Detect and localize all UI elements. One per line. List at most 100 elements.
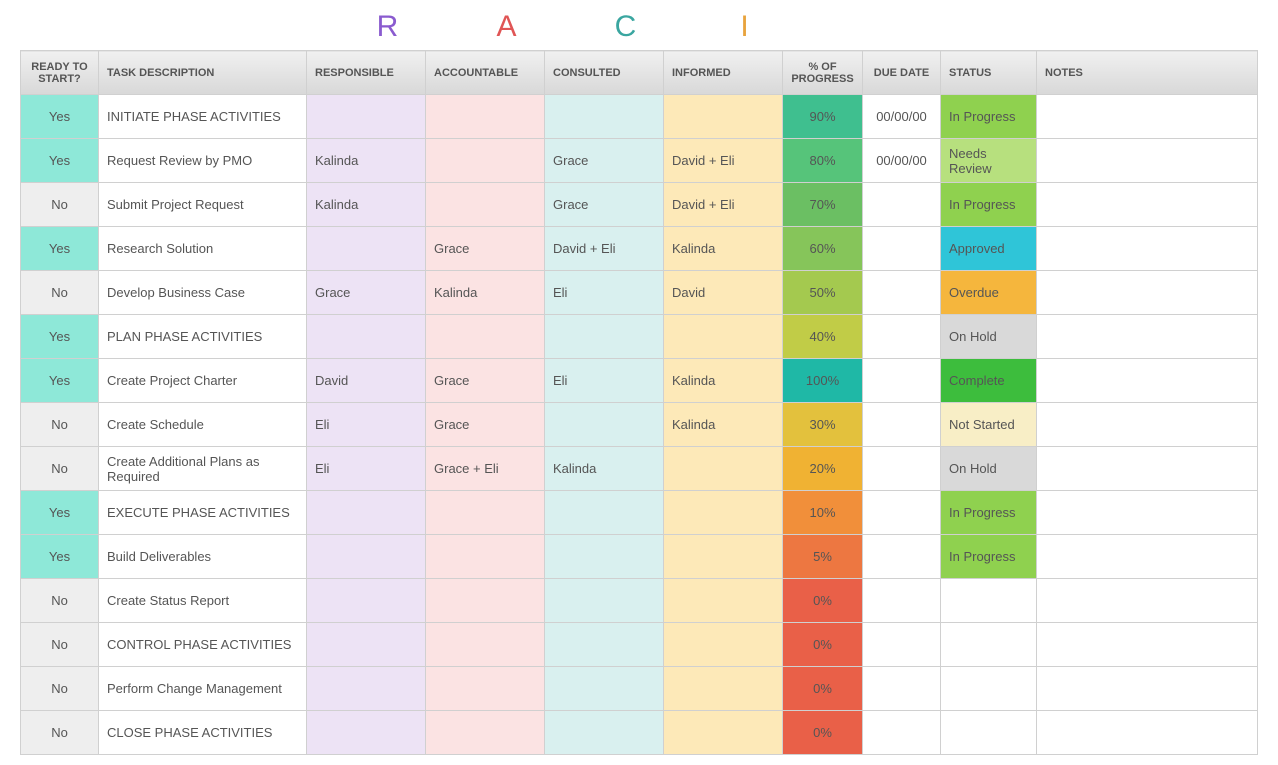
progress-cell[interactable]: 0% bbox=[783, 623, 863, 667]
responsible-cell[interactable] bbox=[307, 95, 426, 139]
progress-cell[interactable]: 30% bbox=[783, 403, 863, 447]
task-cell[interactable]: Create Additional Plans as Required bbox=[99, 447, 307, 491]
responsible-cell[interactable] bbox=[307, 623, 426, 667]
accountable-cell[interactable] bbox=[426, 667, 545, 711]
accountable-cell[interactable]: Grace bbox=[426, 403, 545, 447]
due-cell[interactable] bbox=[863, 667, 941, 711]
consulted-cell[interactable] bbox=[545, 403, 664, 447]
task-cell[interactable]: Submit Project Request bbox=[99, 183, 307, 227]
ready-cell[interactable]: Yes bbox=[21, 535, 99, 579]
status-cell[interactable] bbox=[941, 579, 1037, 623]
responsible-cell[interactable]: Eli bbox=[307, 447, 426, 491]
ready-cell[interactable]: Yes bbox=[21, 491, 99, 535]
ready-cell[interactable]: Yes bbox=[21, 359, 99, 403]
notes-cell[interactable] bbox=[1037, 535, 1258, 579]
task-cell[interactable]: Request Review by PMO bbox=[99, 139, 307, 183]
progress-cell[interactable]: 0% bbox=[783, 711, 863, 755]
informed-cell[interactable] bbox=[664, 447, 783, 491]
accountable-cell[interactable]: Grace bbox=[426, 359, 545, 403]
progress-cell[interactable]: 40% bbox=[783, 315, 863, 359]
status-cell[interactable]: Approved bbox=[941, 227, 1037, 271]
due-cell[interactable] bbox=[863, 711, 941, 755]
task-cell[interactable]: Build Deliverables bbox=[99, 535, 307, 579]
ready-cell[interactable]: No bbox=[21, 271, 99, 315]
accountable-cell[interactable] bbox=[426, 579, 545, 623]
ready-cell[interactable]: No bbox=[21, 623, 99, 667]
task-cell[interactable]: Perform Change Management bbox=[99, 667, 307, 711]
accountable-cell[interactable] bbox=[426, 491, 545, 535]
consulted-cell[interactable] bbox=[545, 535, 664, 579]
responsible-cell[interactable]: David bbox=[307, 359, 426, 403]
consulted-cell[interactable] bbox=[545, 667, 664, 711]
task-cell[interactable]: Develop Business Case bbox=[99, 271, 307, 315]
status-cell[interactable]: In Progress bbox=[941, 535, 1037, 579]
due-cell[interactable] bbox=[863, 491, 941, 535]
ready-cell[interactable]: No bbox=[21, 711, 99, 755]
task-cell[interactable]: Research Solution bbox=[99, 227, 307, 271]
ready-cell[interactable]: Yes bbox=[21, 227, 99, 271]
notes-cell[interactable] bbox=[1037, 491, 1258, 535]
due-cell[interactable]: 00/00/00 bbox=[863, 95, 941, 139]
consulted-cell[interactable]: Eli bbox=[545, 271, 664, 315]
notes-cell[interactable] bbox=[1037, 315, 1258, 359]
status-cell[interactable]: Needs Review bbox=[941, 139, 1037, 183]
consulted-cell[interactable]: Grace bbox=[545, 139, 664, 183]
notes-cell[interactable] bbox=[1037, 403, 1258, 447]
responsible-cell[interactable] bbox=[307, 491, 426, 535]
notes-cell[interactable] bbox=[1037, 711, 1258, 755]
responsible-cell[interactable]: Kalinda bbox=[307, 183, 426, 227]
responsible-cell[interactable] bbox=[307, 711, 426, 755]
accountable-cell[interactable]: Grace bbox=[426, 227, 545, 271]
ready-cell[interactable]: No bbox=[21, 579, 99, 623]
progress-cell[interactable]: 100% bbox=[783, 359, 863, 403]
responsible-cell[interactable] bbox=[307, 579, 426, 623]
ready-cell[interactable]: No bbox=[21, 183, 99, 227]
task-cell[interactable]: Create Status Report bbox=[99, 579, 307, 623]
due-cell[interactable] bbox=[863, 623, 941, 667]
progress-cell[interactable]: 60% bbox=[783, 227, 863, 271]
progress-cell[interactable]: 0% bbox=[783, 667, 863, 711]
consulted-cell[interactable]: Eli bbox=[545, 359, 664, 403]
ready-cell[interactable]: Yes bbox=[21, 139, 99, 183]
status-cell[interactable] bbox=[941, 667, 1037, 711]
due-cell[interactable] bbox=[863, 447, 941, 491]
progress-cell[interactable]: 90% bbox=[783, 95, 863, 139]
informed-cell[interactable] bbox=[664, 623, 783, 667]
due-cell[interactable]: 00/00/00 bbox=[863, 139, 941, 183]
responsible-cell[interactable]: Kalinda bbox=[307, 139, 426, 183]
status-cell[interactable]: In Progress bbox=[941, 183, 1037, 227]
progress-cell[interactable]: 70% bbox=[783, 183, 863, 227]
accountable-cell[interactable] bbox=[426, 139, 545, 183]
status-cell[interactable]: In Progress bbox=[941, 95, 1037, 139]
ready-cell[interactable]: No bbox=[21, 403, 99, 447]
consulted-cell[interactable]: Kalinda bbox=[545, 447, 664, 491]
status-cell[interactable]: On Hold bbox=[941, 315, 1037, 359]
consulted-cell[interactable]: David + Eli bbox=[545, 227, 664, 271]
accountable-cell[interactable] bbox=[426, 623, 545, 667]
notes-cell[interactable] bbox=[1037, 579, 1258, 623]
status-cell[interactable]: On Hold bbox=[941, 447, 1037, 491]
task-cell[interactable]: PLAN PHASE ACTIVITIES bbox=[99, 315, 307, 359]
consulted-cell[interactable] bbox=[545, 315, 664, 359]
task-cell[interactable]: INITIATE PHASE ACTIVITIES bbox=[99, 95, 307, 139]
task-cell[interactable]: Create Schedule bbox=[99, 403, 307, 447]
task-cell[interactable]: EXECUTE PHASE ACTIVITIES bbox=[99, 491, 307, 535]
responsible-cell[interactable] bbox=[307, 227, 426, 271]
informed-cell[interactable] bbox=[664, 535, 783, 579]
status-cell[interactable] bbox=[941, 623, 1037, 667]
ready-cell[interactable]: Yes bbox=[21, 315, 99, 359]
due-cell[interactable] bbox=[863, 315, 941, 359]
notes-cell[interactable] bbox=[1037, 359, 1258, 403]
notes-cell[interactable] bbox=[1037, 271, 1258, 315]
ready-cell[interactable]: No bbox=[21, 447, 99, 491]
consulted-cell[interactable] bbox=[545, 623, 664, 667]
responsible-cell[interactable] bbox=[307, 535, 426, 579]
accountable-cell[interactable]: Grace + Eli bbox=[426, 447, 545, 491]
informed-cell[interactable]: Kalinda bbox=[664, 359, 783, 403]
due-cell[interactable] bbox=[863, 579, 941, 623]
progress-cell[interactable]: 50% bbox=[783, 271, 863, 315]
due-cell[interactable] bbox=[863, 227, 941, 271]
task-cell[interactable]: CONTROL PHASE ACTIVITIES bbox=[99, 623, 307, 667]
status-cell[interactable]: In Progress bbox=[941, 491, 1037, 535]
notes-cell[interactable] bbox=[1037, 667, 1258, 711]
